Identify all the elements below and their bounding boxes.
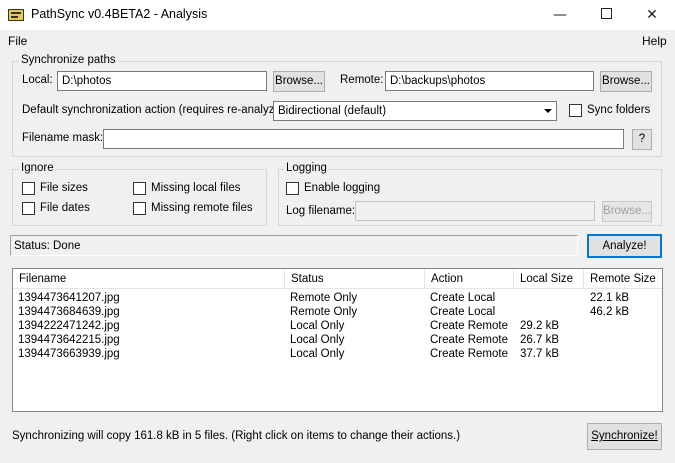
sync-folders-label: Sync folders bbox=[587, 104, 651, 116]
mask-help-button[interactable]: ? bbox=[632, 129, 652, 150]
cell-local-size: 29.2 kB bbox=[520, 320, 559, 332]
synchronize-button-label: Synchronize! bbox=[591, 430, 658, 442]
table-row[interactable]: 1394473641207.jpg Remote Only Create Loc… bbox=[13, 291, 662, 305]
remote-label: Remote: bbox=[340, 74, 384, 86]
chevron-down-icon[interactable] bbox=[539, 102, 556, 120]
ignore-file-sizes-checkbox[interactable] bbox=[22, 182, 35, 195]
ignore-missing-local-label: Missing local files bbox=[151, 182, 241, 194]
maximize-button[interactable] bbox=[583, 0, 629, 30]
local-browse-button[interactable]: Browse... bbox=[273, 71, 325, 92]
cell-filename: 1394473684639.jpg bbox=[18, 306, 120, 318]
cell-filename: 1394473641207.jpg bbox=[18, 292, 120, 304]
cell-status: Local Only bbox=[290, 334, 345, 346]
cell-action: Create Local bbox=[430, 292, 496, 304]
default-action-value: Bidirectional (default) bbox=[278, 105, 387, 117]
ignore-file-sizes-label: File sizes bbox=[40, 182, 88, 194]
ignore-group bbox=[12, 169, 267, 226]
cell-status: Remote Only bbox=[290, 306, 358, 318]
cell-local-size: 26.7 kB bbox=[520, 334, 559, 346]
ignore-missing-remote-checkbox[interactable] bbox=[133, 202, 146, 215]
local-path-input[interactable]: D:\photos bbox=[57, 71, 267, 91]
menu-help[interactable]: Help bbox=[642, 34, 667, 48]
maximize-icon bbox=[600, 8, 612, 19]
cell-status: Local Only bbox=[290, 320, 345, 332]
cell-status: Local Only bbox=[290, 348, 345, 360]
ignore-file-dates-label: File dates bbox=[40, 202, 90, 214]
cell-action: Create Remote bbox=[430, 348, 508, 360]
file-list-header: Filename Status Action Local Size Remote… bbox=[13, 269, 662, 289]
log-filename-label: Log filename: bbox=[286, 205, 356, 217]
cell-action: Create Remote bbox=[430, 320, 508, 332]
window-title: PathSync v0.4BETA2 - Analysis bbox=[31, 7, 208, 21]
menu-bar bbox=[0, 30, 675, 52]
menu-file[interactable]: File bbox=[8, 34, 27, 48]
filename-mask-label: Filename mask: bbox=[22, 132, 104, 144]
ignore-title: Ignore bbox=[19, 162, 56, 174]
column-action[interactable]: Action bbox=[425, 269, 514, 289]
cell-filename: 1394222471242.jpg bbox=[18, 320, 120, 332]
remote-path-input[interactable]: D:\backups\photos bbox=[385, 71, 594, 91]
table-row[interactable]: 1394222471242.jpg Local Only Create Remo… bbox=[13, 319, 662, 333]
enable-logging-label: Enable logging bbox=[304, 182, 381, 194]
file-list[interactable]: Filename Status Action Local Size Remote… bbox=[12, 268, 663, 412]
column-remote-size[interactable]: Remote Size bbox=[584, 269, 662, 289]
cell-action: Create Remote bbox=[430, 334, 508, 346]
cell-remote-size: 46.2 kB bbox=[590, 306, 629, 318]
status-text: Status: Done bbox=[10, 235, 578, 256]
close-icon: ✕ bbox=[646, 7, 658, 23]
filename-mask-input[interactable] bbox=[103, 129, 624, 149]
column-filename[interactable]: Filename bbox=[13, 269, 285, 289]
sync-folders-checkbox[interactable] bbox=[569, 104, 582, 117]
column-local-size[interactable]: Local Size bbox=[514, 269, 584, 289]
summary-text: Synchronizing will copy 161.8 kB in 5 fi… bbox=[12, 430, 461, 442]
ignore-missing-local-checkbox[interactable] bbox=[133, 182, 146, 195]
table-row[interactable]: 1394473684639.jpg Remote Only Create Loc… bbox=[13, 305, 662, 319]
enable-logging-checkbox[interactable] bbox=[286, 182, 299, 195]
remote-browse-button[interactable]: Browse... bbox=[600, 71, 652, 92]
log-filename-input[interactable] bbox=[355, 201, 595, 221]
sync-paths-title: Synchronize paths bbox=[19, 54, 118, 66]
ignore-missing-remote-label: Missing remote files bbox=[151, 202, 253, 214]
cell-action: Create Local bbox=[430, 306, 496, 318]
log-browse-button[interactable]: Browse... bbox=[602, 201, 652, 222]
cell-remote-size: 22.1 kB bbox=[590, 292, 629, 304]
analyze-button[interactable]: Analyze! bbox=[587, 234, 662, 258]
synchronize-button[interactable]: Synchronize! bbox=[587, 423, 662, 450]
cell-status: Remote Only bbox=[290, 292, 358, 304]
default-action-label: Default synchronization action (requires… bbox=[22, 104, 288, 116]
table-row[interactable]: 1394473663939.jpg Local Only Create Remo… bbox=[13, 347, 662, 361]
local-label: Local: bbox=[22, 74, 53, 86]
minimize-button[interactable]: — bbox=[537, 0, 583, 30]
ignore-file-dates-checkbox[interactable] bbox=[22, 202, 35, 215]
app-icon bbox=[8, 9, 24, 21]
cell-local-size: 37.7 kB bbox=[520, 348, 559, 360]
close-button[interactable]: ✕ bbox=[629, 0, 675, 30]
cell-filename: 1394473663939.jpg bbox=[18, 348, 120, 360]
minimize-icon: — bbox=[553, 7, 567, 23]
column-status[interactable]: Status bbox=[285, 269, 425, 289]
default-action-select[interactable]: Bidirectional (default) bbox=[273, 101, 557, 121]
table-row[interactable]: 1394473642215.jpg Local Only Create Remo… bbox=[13, 333, 662, 347]
logging-title: Logging bbox=[284, 162, 329, 174]
cell-filename: 1394473642215.jpg bbox=[18, 334, 120, 346]
